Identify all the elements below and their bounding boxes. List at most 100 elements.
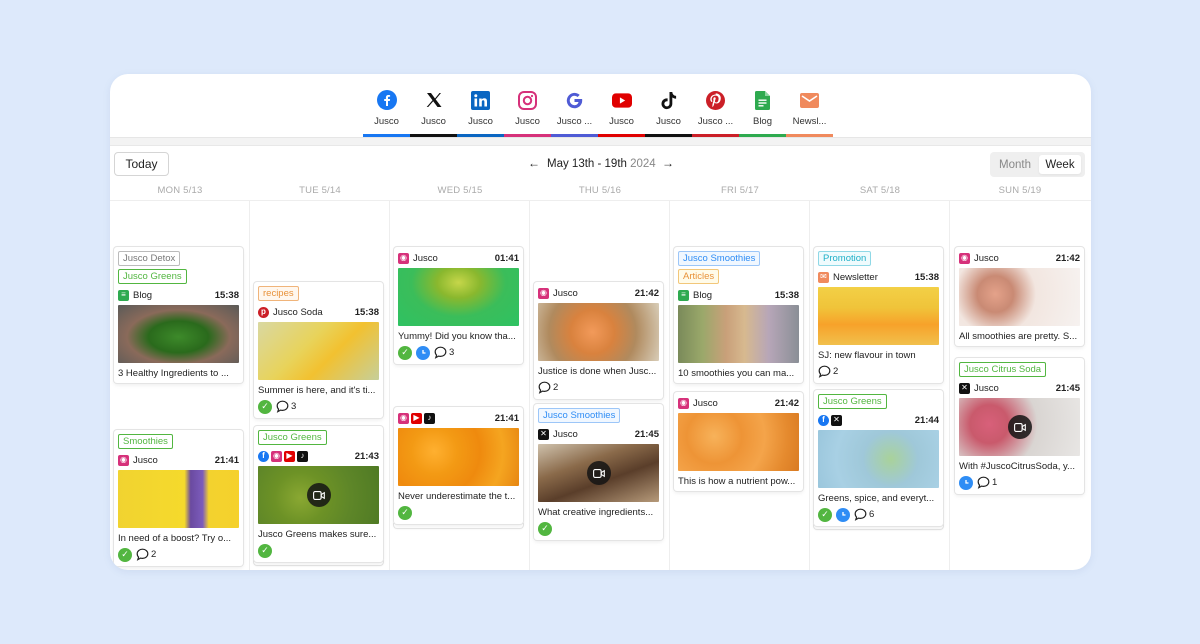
comment-count: 2 bbox=[151, 549, 157, 560]
post-caption: Yummy! Did you know tha... bbox=[398, 331, 516, 342]
arrow-left-icon[interactable]: ← bbox=[528, 156, 540, 170]
header-divider bbox=[110, 200, 1091, 201]
post-account: Jusco bbox=[553, 287, 578, 299]
post-card[interactable]: ◉ Jusco 21:42 All smoothies are pretty. … bbox=[955, 247, 1084, 346]
post-card[interactable]: recipes p Jusco Soda 15:38 Summer is her… bbox=[254, 282, 383, 418]
channel-instagram[interactable]: Jusco bbox=[504, 90, 551, 137]
post-time: 21:41 bbox=[494, 412, 519, 424]
video-play-icon[interactable] bbox=[1007, 415, 1032, 439]
post-time: 21:44 bbox=[914, 414, 939, 426]
channel-facebook[interactable]: Jusco bbox=[363, 90, 410, 137]
video-play-icon[interactable] bbox=[586, 461, 611, 485]
column-divider bbox=[249, 201, 250, 570]
post-time: 21:42 bbox=[774, 397, 799, 409]
post-card[interactable]: Jusco Greens f ✕ 21:44 Greens, spice, an… bbox=[814, 390, 943, 526]
post-caption: 10 smoothies you can ma... bbox=[678, 368, 795, 379]
post-image bbox=[818, 430, 939, 488]
channel-underline bbox=[551, 134, 598, 137]
post-caption: Justice is done when Jusc... bbox=[538, 366, 657, 377]
label-tag: Jusco Detox bbox=[118, 251, 181, 266]
instagram-icon: ◉ bbox=[271, 450, 282, 462]
post-card[interactable]: Jusco Smoothies ✕ Jusco 21:45 What creat… bbox=[534, 404, 663, 540]
channel-youtube[interactable]: Jusco bbox=[598, 90, 645, 137]
post-account: Jusco bbox=[133, 454, 158, 466]
channel-newsletter[interactable]: Newsl... bbox=[786, 90, 833, 137]
channel-label: Blog bbox=[752, 116, 772, 127]
comments-count[interactable]: 6 bbox=[854, 508, 874, 521]
channel-label: Jusco bbox=[656, 116, 681, 127]
blog-doc-icon: ≡ bbox=[678, 289, 689, 301]
comments-count[interactable]: 2 bbox=[818, 365, 838, 378]
linkedin-icon bbox=[471, 90, 491, 110]
post-card[interactable]: Jusco Smoothies Articles ≡ Blog 15:38 10… bbox=[674, 247, 803, 383]
pinterest-icon bbox=[706, 90, 726, 110]
toolbar-divider bbox=[110, 138, 1091, 146]
channel-pinterest[interactable]: Jusco ... bbox=[692, 90, 739, 137]
post-card[interactable]: ◉ Jusco 21:42 This is how a nutrient pow… bbox=[674, 392, 803, 491]
channel-linkedin[interactable]: Jusco bbox=[457, 90, 504, 137]
newsletter-mail-icon bbox=[800, 90, 820, 110]
post-card[interactable]: Promotion ✉ Newsletter 15:38 SJ: new fla… bbox=[814, 247, 943, 383]
week-view-button[interactable]: Week bbox=[1039, 155, 1081, 174]
comments-count[interactable]: 1 bbox=[977, 476, 997, 489]
channel-google[interactable]: Jusco ... bbox=[551, 90, 598, 137]
comment-bubble-icon bbox=[818, 365, 831, 378]
post-account: Jusco Soda bbox=[273, 306, 323, 318]
day-header: SUN 5/19 bbox=[998, 185, 1042, 196]
approved-check-icon: ✓ bbox=[398, 505, 412, 520]
channel-x[interactable]: Jusco bbox=[410, 90, 457, 137]
post-card[interactable]: Jusco Greens f ◉ ▶ ♪ 21:43 Jusco Greens … bbox=[254, 426, 383, 562]
label-tag: Articles bbox=[678, 269, 720, 284]
post-card[interactable]: ◉ Jusco 01:41 Yummy! Did you know tha...… bbox=[394, 247, 523, 364]
arrow-right-icon[interactable]: → bbox=[662, 156, 674, 170]
x-icon: ✕ bbox=[959, 382, 970, 394]
post-image bbox=[959, 268, 1080, 326]
video-play-icon[interactable] bbox=[306, 483, 331, 507]
post-caption: Never underestimate the t... bbox=[398, 491, 516, 502]
instagram-icon: ◉ bbox=[398, 252, 409, 264]
post-card[interactable]: Jusco Citrus Soda ✕ Jusco 21:45 With #Ju… bbox=[955, 358, 1084, 494]
channel-underline bbox=[739, 134, 786, 137]
column-divider bbox=[809, 201, 810, 570]
blog-doc-icon: ≡ bbox=[118, 289, 129, 301]
comments-count[interactable]: 2 bbox=[538, 381, 558, 394]
label-tag: Jusco Citrus Soda bbox=[959, 362, 1047, 377]
post-image bbox=[118, 470, 239, 528]
post-image bbox=[118, 305, 239, 363]
channel-underline bbox=[363, 134, 410, 137]
today-button[interactable]: Today bbox=[114, 152, 169, 176]
channel-underline bbox=[457, 134, 504, 137]
comment-count: 1 bbox=[992, 477, 998, 488]
comments-count[interactable]: 3 bbox=[276, 400, 296, 413]
post-image bbox=[678, 413, 799, 471]
facebook-icon: f bbox=[258, 450, 269, 462]
comment-count: 3 bbox=[449, 347, 455, 358]
channel-underline bbox=[504, 134, 551, 137]
channel-blog[interactable]: Blog bbox=[739, 90, 786, 137]
post-caption: Jusco Greens makes sure... bbox=[258, 529, 377, 540]
post-time: 15:38 bbox=[354, 306, 379, 318]
x-icon: ✕ bbox=[538, 428, 549, 440]
channel-label: Jusco ... bbox=[556, 116, 593, 127]
post-card[interactable]: Jusco Detox Jusco Greens ≡ Blog 15:38 3 … bbox=[114, 247, 243, 383]
column-divider bbox=[389, 201, 390, 570]
youtube-icon: ▶ bbox=[411, 412, 422, 424]
comment-bubble-icon bbox=[276, 400, 289, 413]
comments-count[interactable]: 2 bbox=[136, 548, 156, 561]
label-tag: Smoothies bbox=[118, 434, 173, 449]
post-caption: With #JuscoCitrusSoda, y... bbox=[959, 461, 1075, 472]
scheduled-clock-icon bbox=[959, 475, 973, 490]
channel-label: Jusco bbox=[468, 116, 493, 127]
tiktok-icon: ♪ bbox=[297, 450, 308, 462]
planner-window: Jusco Jusco Jusco Jusco Jusco ... Jusco bbox=[110, 74, 1091, 570]
month-view-button[interactable]: Month bbox=[994, 155, 1036, 174]
instagram-icon bbox=[518, 90, 538, 110]
post-card[interactable]: ◉ Jusco 21:42 Justice is done when Jusc.… bbox=[534, 282, 663, 399]
post-time: 21:42 bbox=[634, 287, 659, 299]
post-card[interactable]: Smoothies ◉ Jusco 21:41 In need of a boo… bbox=[114, 430, 243, 566]
post-card[interactable]: ◉ ▶ ♪ 21:41 Never underestimate the t...… bbox=[394, 407, 523, 524]
post-time: 21:45 bbox=[1055, 382, 1080, 394]
channel-tiktok[interactable]: Jusco bbox=[645, 90, 692, 137]
comments-count[interactable]: 3 bbox=[434, 346, 454, 359]
post-account: Jusco bbox=[693, 397, 718, 409]
